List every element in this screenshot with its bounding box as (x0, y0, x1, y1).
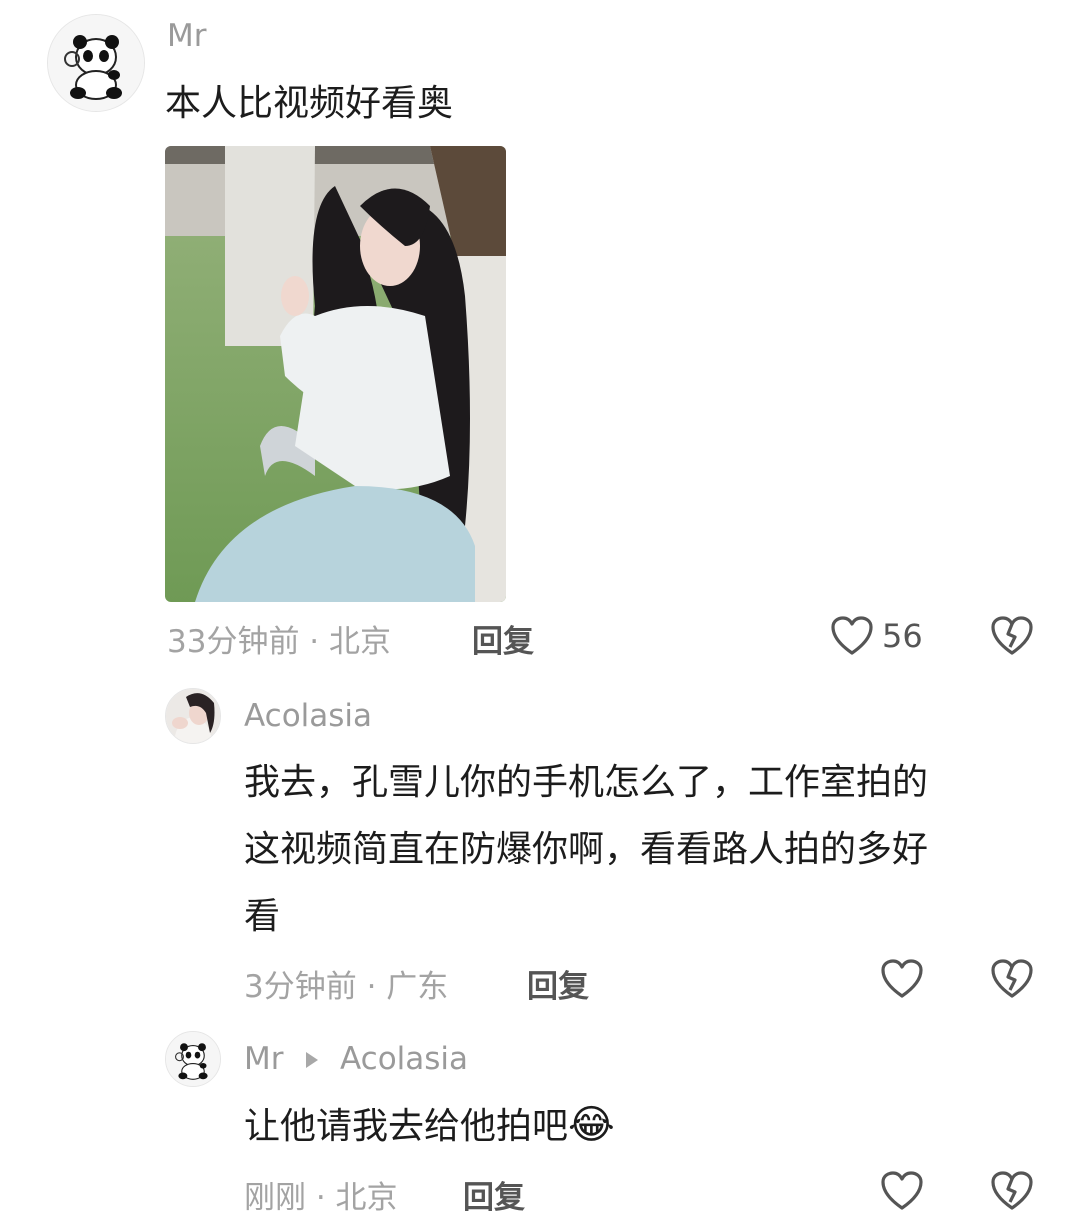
comment-time-location: 33分钟前 · 北京 (167, 624, 392, 660)
broken-heart-icon[interactable] (990, 615, 1034, 657)
reply-time-location: 刚刚 · 北京 (244, 1180, 398, 1216)
reply-text-line2: 这视频简直在防爆你啊，看看路人拍的多好 (244, 829, 929, 870)
reply-button[interactable]: 回复 (472, 616, 534, 661)
reply-avatar[interactable] (165, 1031, 221, 1087)
like-count: 56 (882, 617, 923, 655)
reply-to-username[interactable]: Acolasia (340, 1041, 468, 1077)
avatar[interactable] (47, 14, 145, 112)
heart-icon[interactable] (880, 958, 924, 1000)
broken-heart-icon[interactable] (990, 958, 1034, 1000)
photo-image (165, 146, 506, 602)
reply-text: 让他请我去给他拍吧😂 (244, 1092, 615, 1160)
reply-button[interactable]: 回复 (463, 1172, 525, 1217)
reply-time-location: 3分钟前 · 广东 (244, 969, 449, 1005)
reply-button[interactable]: 回复 (527, 961, 589, 1006)
heart-icon[interactable] (830, 615, 874, 657)
reply-avatar[interactable] (165, 688, 221, 744)
reply-text-line3: 看 (244, 896, 281, 937)
comment-photo[interactable] (165, 146, 506, 602)
reply-username[interactable]: Mr (244, 1041, 284, 1077)
comment-username[interactable]: Mr (167, 18, 207, 54)
reply-arrow-icon (306, 1052, 318, 1068)
reply-text-line1: 我去，孔雪儿你的手机怎么了，工作室拍的 (244, 762, 929, 803)
reply-text-body: 让他请我去给他拍吧 (244, 1106, 569, 1147)
panda-avatar-icon (48, 15, 144, 111)
broken-heart-icon[interactable] (990, 1170, 1034, 1212)
heart-icon[interactable] (880, 1170, 924, 1212)
panda-avatar-icon (166, 1032, 220, 1086)
reply-username[interactable]: Acolasia (244, 698, 372, 734)
laughing-emoji-icon: 😂 (568, 1102, 615, 1148)
user-photo-avatar-icon (166, 689, 220, 743)
comment-text: 本人比视频好看奥 (165, 83, 454, 124)
